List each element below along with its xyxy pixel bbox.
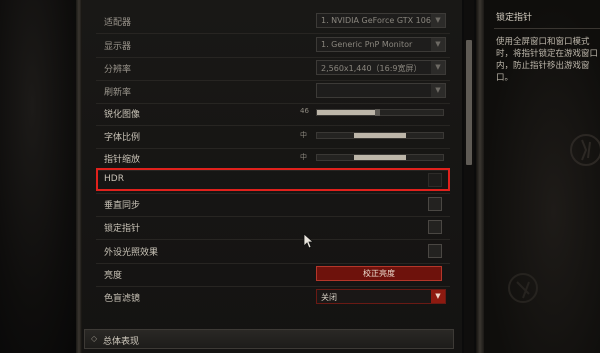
refresh-dropdown[interactable]: ▼ [316,83,446,98]
rune-ornament-icon [508,273,538,303]
setting-row-sharpen: 锐化图像 46 [86,103,451,125]
right-frame-border [476,0,484,353]
setting-label: 外设光照效果 [104,248,159,258]
slider-fill [354,133,406,138]
slider-track[interactable] [316,132,444,139]
slider-track[interactable] [316,154,444,161]
info-description: 使用全屏窗口和窗口模式时，将指针锁定在游戏窗口内，防止指针移出游戏窗口。 [496,37,599,83]
slider-value: 中 [300,153,307,161]
setting-label: 刷新率 [104,88,132,98]
slider-thumb[interactable] [374,109,380,116]
setting-row-peripheral-lighting[interactable]: 外设光照效果 [86,241,451,263]
peripheral-lighting-checkbox[interactable] [428,244,442,258]
setting-label: 亮度 [104,271,123,281]
slider-value: 中 [300,131,307,139]
colorblind-filter-dropdown[interactable]: 关闭 ▼ [316,289,446,304]
arrow-cursor-icon [303,233,315,249]
setting-label: 指针缩放 [104,155,141,165]
slider-track[interactable] [316,109,444,116]
info-title: 锁定指针 [496,13,533,23]
section-title: 总体表现 [103,337,140,347]
cursor-scale-slider[interactable]: 中 [300,152,446,164]
setting-row-resolution: 分辨率 2,560x1,440（16:9宽屏） ▼ [86,58,451,80]
lock-cursor-checkbox[interactable] [428,220,442,234]
hdr-highlight-box [96,168,450,191]
adapter-dropdown[interactable]: 1. NVIDIA GeForce GTX 1060 6( ▼ [316,13,446,28]
left-background [0,0,80,353]
setting-row-vsync[interactable]: 垂直同步 [86,194,451,216]
divider [96,239,450,240]
dropdown-value: 关闭 [321,293,337,302]
sharpen-slider[interactable]: 46 [300,107,446,119]
setting-label: 色盲滤镜 [104,294,141,304]
setting-row-refresh: 刷新率 ▼ [86,81,451,103]
setting-row-cursor-scale: 指针缩放 中 [86,148,451,170]
setting-label: 显示器 [104,42,132,52]
rune-ornament-icon [570,134,600,166]
font-scale-slider[interactable]: 中 [300,130,446,142]
divider [96,33,450,34]
scrollbar-thumb[interactable] [466,40,472,165]
chevron-down-icon: ▼ [431,61,445,74]
dropdown-value: 2,560x1,440（16:9宽屏） [321,64,422,73]
setting-row-colorblind: 色盲滤镜 关闭 ▼ [86,287,451,309]
setting-row-adapter: 适配器 1. NVIDIA GeForce GTX 1060 6( ▼ [86,11,451,33]
dropdown-value: 1. Generic PnP Monitor [321,40,413,49]
info-divider [494,28,600,29]
section-header-overall-performance[interactable]: ◇ 总体表现 [84,329,454,349]
setting-label: 字体比例 [104,133,141,143]
setting-row-lock-cursor[interactable]: 锁定指针 [86,217,451,239]
slider-value: 46 [300,107,309,115]
chevron-down-icon: ▼ [431,14,445,27]
chevron-down-icon: ▼ [431,290,445,303]
diamond-icon: ◇ [91,334,98,343]
vsync-checkbox[interactable] [428,197,442,211]
chevron-down-icon: ▼ [431,84,445,97]
setting-label: 锁定指针 [104,224,141,234]
setting-label: 分辨率 [104,65,132,75]
setting-label: 锐化图像 [104,110,141,120]
slider-fill [317,110,375,115]
setting-label: 适配器 [104,18,132,28]
dropdown-value: 1. NVIDIA GeForce GTX 1060 6( [321,16,446,25]
chevron-down-icon: ▼ [431,38,445,51]
resolution-dropdown[interactable]: 2,560x1,440（16:9宽屏） ▼ [316,60,446,75]
setting-row-brightness: 亮度 校正亮度 [86,264,451,286]
setting-label: 垂直同步 [104,201,141,211]
setting-row-font-scale: 字体比例 中 [86,126,451,148]
setting-row-monitor: 显示器 1. Generic PnP Monitor ▼ [86,35,451,57]
slider-fill [354,155,406,160]
monitor-dropdown[interactable]: 1. Generic PnP Monitor ▼ [316,37,446,52]
calibrate-brightness-button[interactable]: 校正亮度 [316,266,442,281]
